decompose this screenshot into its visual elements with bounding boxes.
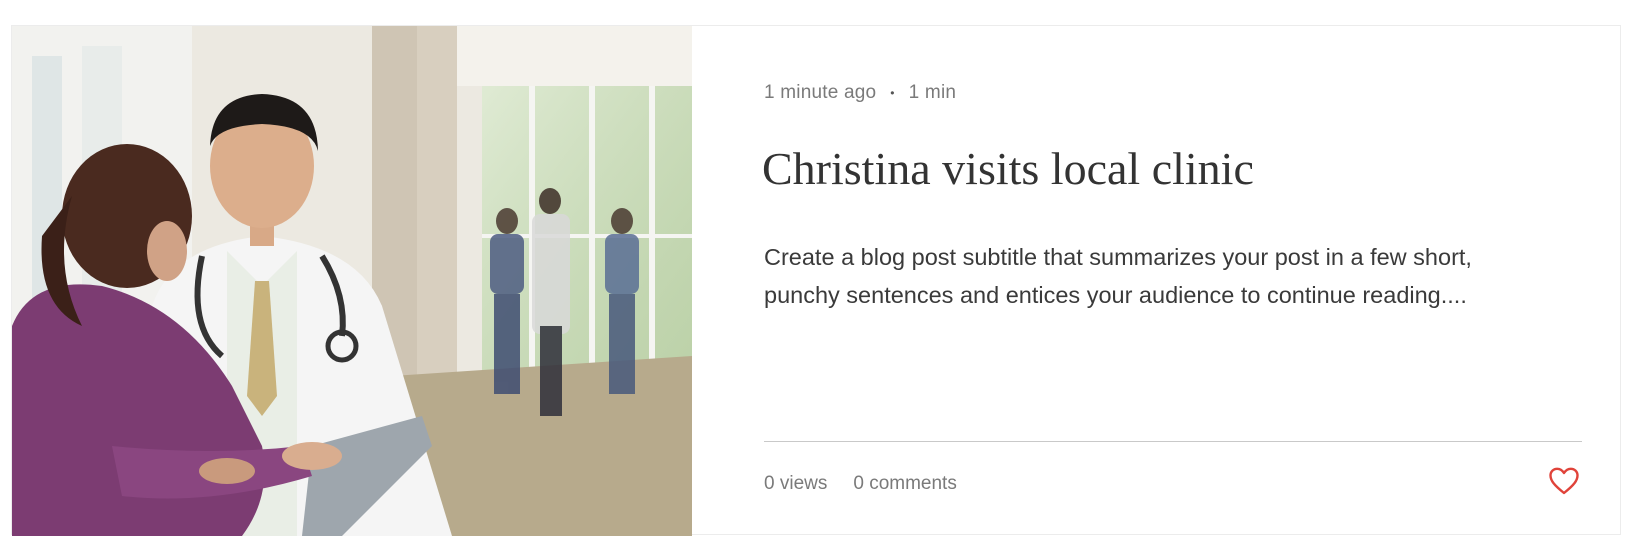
post-title[interactable]: Christina visits local clinic: [762, 142, 1254, 195]
post-stats: 0 views 0 comments: [764, 473, 957, 495]
heart-icon: [1549, 467, 1579, 495]
publish-time: 1 minute ago: [764, 82, 877, 103]
blog-post-card[interactable]: 1 minute ago • 1 min Christina visits lo…: [11, 25, 1621, 536]
meta-separator: •: [890, 86, 895, 100]
read-time: 1 min: [908, 82, 957, 103]
views-count: 0 views: [764, 473, 828, 494]
post-meta: 1 minute ago • 1 min: [764, 82, 956, 104]
post-cover-image[interactable]: [12, 26, 692, 536]
like-button[interactable]: [1549, 467, 1579, 495]
post-content: 1 minute ago • 1 min Christina visits lo…: [752, 26, 1620, 534]
cover-photo: [12, 26, 692, 536]
post-excerpt[interactable]: Create a blog post subtitle that summari…: [764, 238, 1554, 314]
comments-count[interactable]: 0 comments: [853, 473, 956, 495]
footer-divider: [764, 441, 1582, 442]
